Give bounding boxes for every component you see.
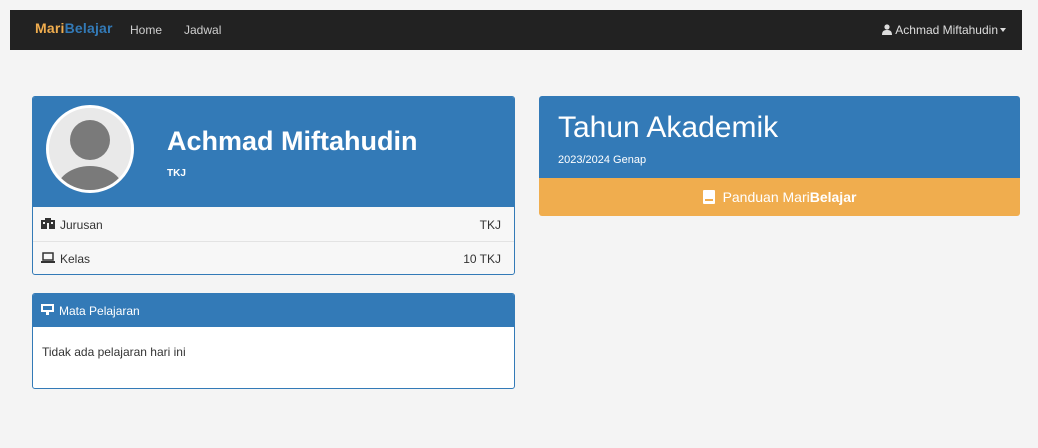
- guide-button[interactable]: Panduan MariBelajar: [539, 178, 1020, 216]
- profile-major-short: TKJ: [167, 168, 186, 179]
- user-icon: [882, 24, 893, 35]
- user-menu-dropdown[interactable]: Achmad Miftahudin: [882, 23, 1006, 37]
- guide-button-bold: Belajar: [809, 189, 857, 205]
- subjects-title: Mata Pelajaran: [59, 304, 140, 318]
- info-row-jurusan: Jurusan TKJ: [33, 208, 514, 242]
- nav-link-jadwal[interactable]: Jadwal: [184, 23, 221, 37]
- info-label-kelas: Kelas: [60, 252, 91, 266]
- subjects-header: Mata Pelajaran: [33, 294, 514, 327]
- info-label-jurusan: Jurusan: [60, 218, 103, 232]
- info-value-kelas: 10 TKJ: [463, 252, 501, 266]
- nav-link-home[interactable]: Home: [130, 23, 162, 37]
- profile-card: Achmad Miftahudin TKJ Jurusan TKJ Kelas …: [32, 96, 515, 275]
- top-navbar: MariBelajar Home Jadwal Achmad Miftahudi…: [10, 10, 1022, 50]
- brand-text-belajar: Belajar: [64, 20, 113, 36]
- user-menu-name: Achmad Miftahudin: [895, 23, 998, 37]
- book-icon: [702, 190, 715, 204]
- caret-down-icon: [1000, 28, 1006, 32]
- academic-year-title: Tahun Akademik: [558, 111, 779, 144]
- chalkboard-icon: [41, 304, 54, 315]
- academic-year-card: Tahun Akademik 2023/2024 Genap Panduan M…: [539, 96, 1020, 216]
- profile-header: Achmad Miftahudin TKJ: [33, 97, 514, 207]
- brand-text-mari: Mari: [35, 20, 65, 36]
- laptop-icon: [41, 252, 55, 263]
- academic-year-header: Tahun Akademik 2023/2024 Genap: [539, 96, 1020, 178]
- guide-button-prefix: Panduan Mari: [722, 189, 810, 205]
- avatar: [46, 105, 134, 193]
- info-value-jurusan: TKJ: [479, 218, 501, 232]
- academic-year-period: 2023/2024 Genap: [558, 154, 647, 166]
- profile-name: Achmad Miftahudin: [167, 126, 418, 156]
- info-row-kelas: Kelas 10 TKJ: [33, 242, 514, 274]
- subjects-card: Mata Pelajaran Tidak ada pelajaran hari …: [32, 293, 515, 389]
- subjects-empty-message: Tidak ada pelajaran hari ini: [42, 345, 186, 359]
- brand-logo[interactable]: MariBelajar: [35, 20, 113, 36]
- building-icon: [41, 218, 55, 229]
